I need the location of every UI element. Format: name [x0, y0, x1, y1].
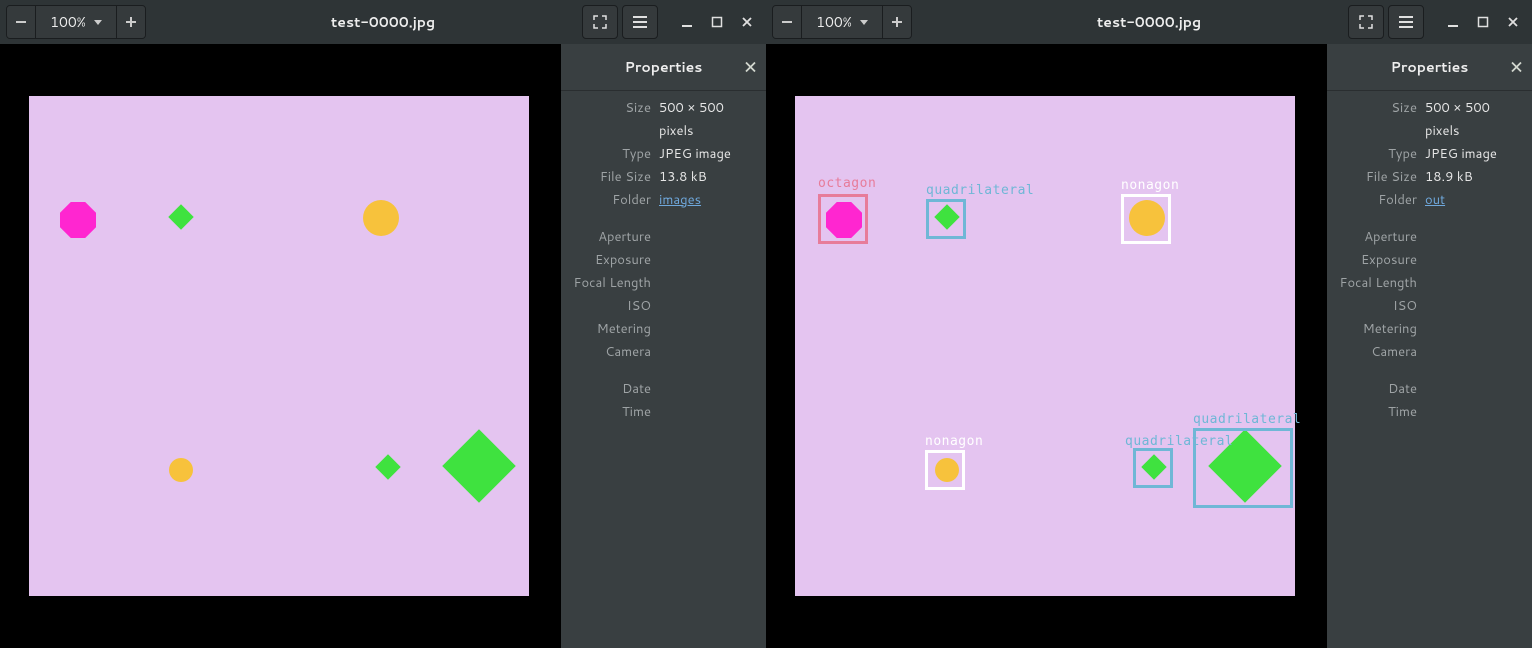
prop-val-filesize: 18.9 kB [1425, 166, 1522, 189]
close-button[interactable] [1500, 9, 1526, 35]
prop-val-size: 500 × 500 pixels [1425, 97, 1522, 143]
prop-key-folder: Folder [571, 189, 651, 212]
zoom-out-button[interactable] [7, 6, 36, 38]
properties-panel: Properties Size 500 × 500 pixels Type JPEG… [1327, 44, 1532, 648]
toolbar: 100% test-0000.jpg [0, 0, 766, 44]
prop-key-time: Time [1337, 401, 1417, 424]
chevron-down-icon [94, 20, 102, 25]
prop-key-focal: Focal Length [571, 272, 651, 295]
det-label-quad-3: quadrilateral [1193, 412, 1301, 427]
prop-key-type: Type [1337, 143, 1417, 166]
zoom-in-button[interactable] [883, 6, 911, 38]
shape-octagon-magenta [60, 202, 96, 238]
chevron-down-icon [860, 20, 868, 25]
shape-square-green-small-2 [375, 454, 400, 479]
zoom-in-button[interactable] [117, 6, 145, 38]
prop-key-exposure: Exposure [571, 249, 651, 272]
shape-circle-yellow-2 [169, 458, 193, 482]
prop-key-size: Size [1337, 97, 1417, 120]
prop-key-camera: Camera [1337, 341, 1417, 364]
toolbar: 100% test-0000.jpg [766, 0, 1532, 44]
prop-key-metering: Metering [571, 318, 651, 341]
shape-square-green-large [442, 429, 516, 503]
minimize-button[interactable] [674, 9, 700, 35]
zoom-select[interactable]: 100% [802, 6, 883, 38]
zoom-out-button[interactable] [773, 6, 802, 38]
menu-button[interactable] [622, 5, 658, 39]
prop-key-iso: ISO [571, 295, 651, 318]
prop-key-size: Size [571, 97, 651, 120]
properties-close-button[interactable] [1511, 62, 1522, 73]
window-title: test-0000.jpg [1097, 12, 1201, 32]
prop-val-filesize: 13.8 kB [659, 166, 756, 189]
det-label-nonagon-1: nonagon [1121, 178, 1179, 193]
prop-key-focal: Focal Length [1337, 272, 1417, 295]
det-box-quad-2 [1133, 448, 1173, 488]
maximize-button[interactable] [1470, 9, 1496, 35]
det-box-nonagon-1 [1121, 194, 1171, 244]
properties-panel: Properties Size 500 × 500 pixels Type JPEG… [561, 44, 766, 648]
close-button[interactable] [734, 9, 760, 35]
zoom-control: 100% [772, 5, 912, 39]
prop-key-metering: Metering [1337, 318, 1417, 341]
menu-button[interactable] [1388, 5, 1424, 39]
maximize-button[interactable] [704, 9, 730, 35]
properties-title: Properties [625, 57, 703, 77]
prop-key-time: Time [571, 401, 651, 424]
det-label-octagon: octagon [818, 176, 876, 191]
minimize-button[interactable] [1440, 9, 1466, 35]
fullscreen-button[interactable] [1348, 5, 1384, 39]
det-box-nonagon-2 [925, 450, 965, 490]
shape-square-green-small-1 [168, 204, 193, 229]
image-canvas: octagon quadrilateral nonagon nonagon qu… [795, 96, 1295, 596]
prop-key-aperture: Aperture [1337, 226, 1417, 249]
properties-close-button[interactable] [745, 62, 756, 73]
properties-title: Properties [1391, 57, 1469, 77]
det-label-quad-1: quadrilateral [926, 183, 1034, 198]
det-label-nonagon-2: nonagon [925, 434, 983, 449]
prop-key-filesize: File Size [1337, 166, 1417, 189]
prop-val-folder-link[interactable]: images [659, 189, 756, 212]
prop-val-folder-link[interactable]: out [1425, 189, 1522, 212]
prop-key-camera: Camera [571, 341, 651, 364]
zoom-value: 100% [50, 12, 86, 32]
zoom-select[interactable]: 100% [36, 6, 117, 38]
det-box-quad-3 [1193, 428, 1293, 508]
prop-key-type: Type [571, 143, 651, 166]
window-title: test-0000.jpg [331, 12, 435, 32]
prop-val-type: JPEG image [1425, 143, 1522, 166]
prop-key-date: Date [571, 378, 651, 401]
zoom-control: 100% [6, 5, 146, 39]
prop-key-folder: Folder [1337, 189, 1417, 212]
image-canvas [29, 96, 529, 596]
prop-key-aperture: Aperture [571, 226, 651, 249]
prop-key-iso: ISO [1337, 295, 1417, 318]
zoom-value: 100% [816, 12, 852, 32]
fullscreen-button[interactable] [582, 5, 618, 39]
prop-key-exposure: Exposure [1337, 249, 1417, 272]
det-box-octagon [818, 194, 868, 244]
shape-circle-yellow-1 [363, 200, 399, 236]
prop-val-type: JPEG image [659, 143, 756, 166]
det-box-quad-1 [926, 199, 966, 239]
prop-key-filesize: File Size [571, 166, 651, 189]
prop-val-size: 500 × 500 pixels [659, 97, 756, 143]
prop-key-date: Date [1337, 378, 1417, 401]
